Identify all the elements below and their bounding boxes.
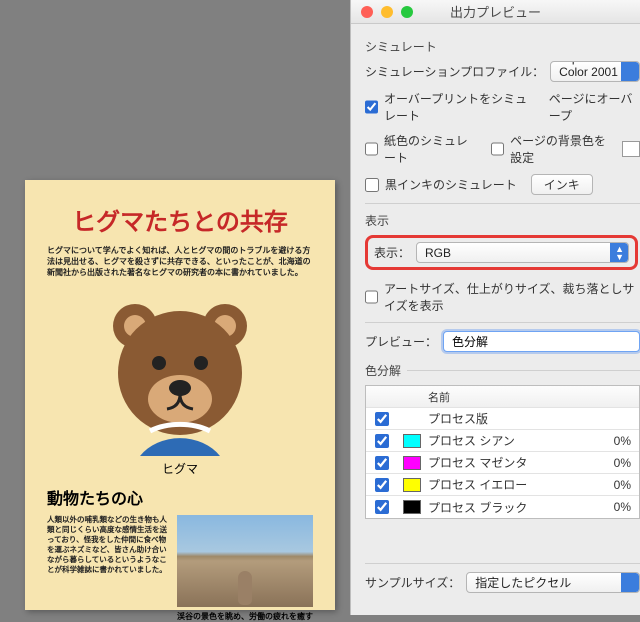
doc-intro-text: ヒグマについて学んでよく知れば、人とヒグマの間のトラブルを避ける方法は見出せる、… [47,245,313,279]
separation-fieldset: 色分解 [365,362,640,379]
display-select[interactable]: RGB ▲▼ [416,242,629,263]
row-checkbox[interactable] [375,500,389,514]
samplesize-select[interactable]: 指定したピクセル [466,572,640,593]
swatch-yellow [403,478,421,492]
name-column-header: 名前 [426,389,599,405]
table-row[interactable]: プロセス イエロー 0% [366,474,639,496]
ink-button[interactable]: インキ [531,174,593,195]
overprint-checkbox[interactable]: オーバープリントをシミュレート [365,90,535,124]
bgcolor-swatch[interactable] [622,141,640,157]
row-checkbox[interactable] [375,478,389,492]
table-row[interactable]: プロセス マゼンタ 0% [366,452,639,474]
paper-checkbox[interactable]: 紙色のシミュレート [365,132,479,166]
swatch-magenta [403,456,421,470]
swatch-cyan [403,434,421,448]
display-row-highlight: 表示： RGB ▲▼ [365,235,638,270]
row-checkbox[interactable] [375,434,389,448]
overprint-page-label: ページにオーバープ [549,90,640,124]
samplesize-label: サンプルサイズ： [365,574,460,591]
chevron-updown-icon: ▲▼ [615,245,624,261]
display-label: 表示： [374,244,410,261]
profile-select[interactable]: Japan Color 2001 Co [550,61,640,82]
minimize-icon[interactable] [381,6,393,18]
preview-label: プレビュー： [365,333,437,350]
swatch-black [403,500,421,514]
bgcolor-checkbox[interactable]: ページの背景色を設定 [491,132,616,166]
samplesize-value: 指定したピクセル [475,574,571,591]
preview-input[interactable] [443,331,640,352]
doc-main-title: ヒグマたちとの共存 [47,202,313,237]
close-icon[interactable] [361,6,373,18]
output-preview-panel: 出力プレビュー シミュレート シミュレーションプロファイル： Japan Col… [350,0,640,615]
zoom-icon[interactable] [401,6,413,18]
doc-body-text: 人類以外の哺乳類などの生き物も人類と同じくらい高度な感情生活を送っており、怪我を… [47,515,167,622]
bear-illustration [47,291,313,456]
separation-legend: 色分解 [365,362,407,379]
table-row[interactable]: プロセス ブラック 0% [366,496,639,518]
document-preview: ヒグマたちとの共存 ヒグマについて学んでよく知れば、人とヒグマの間のトラブルを避… [25,180,335,610]
display-section-label: 表示 [365,212,640,229]
row-checkbox[interactable] [375,456,389,470]
doc-photo-caption: 渓谷の景色を眺め、労働の疲れを癒す [177,611,313,622]
profile-label: シミュレーションプロファイル： [365,63,544,80]
bear-label: ヒグマ [47,460,313,477]
doc-photo [177,515,313,607]
table-header: 名前 [366,386,639,408]
display-value: RGB [425,246,451,260]
table-row[interactable]: プロセス シアン 0% [366,430,639,452]
doc-subtitle: 動物たちの心 [47,485,313,509]
table-row[interactable]: プロセス版 [366,408,639,430]
artsize-checkbox[interactable]: アートサイズ、仕上がりサイズ、裁ち落としサイズを表示 [365,280,640,314]
simulate-section-label: シミュレート [365,38,640,55]
blackink-checkbox[interactable]: 黒インキのシミュレート [365,176,517,193]
panel-title-bar: 出力プレビュー [351,0,640,24]
profile-value: Japan Color 2001 Co [559,61,619,82]
separation-table: 名前 プロセス版 プロセス シアン 0% プロセス マゼンタ 0% [365,385,640,519]
row-checkbox[interactable] [375,412,389,426]
